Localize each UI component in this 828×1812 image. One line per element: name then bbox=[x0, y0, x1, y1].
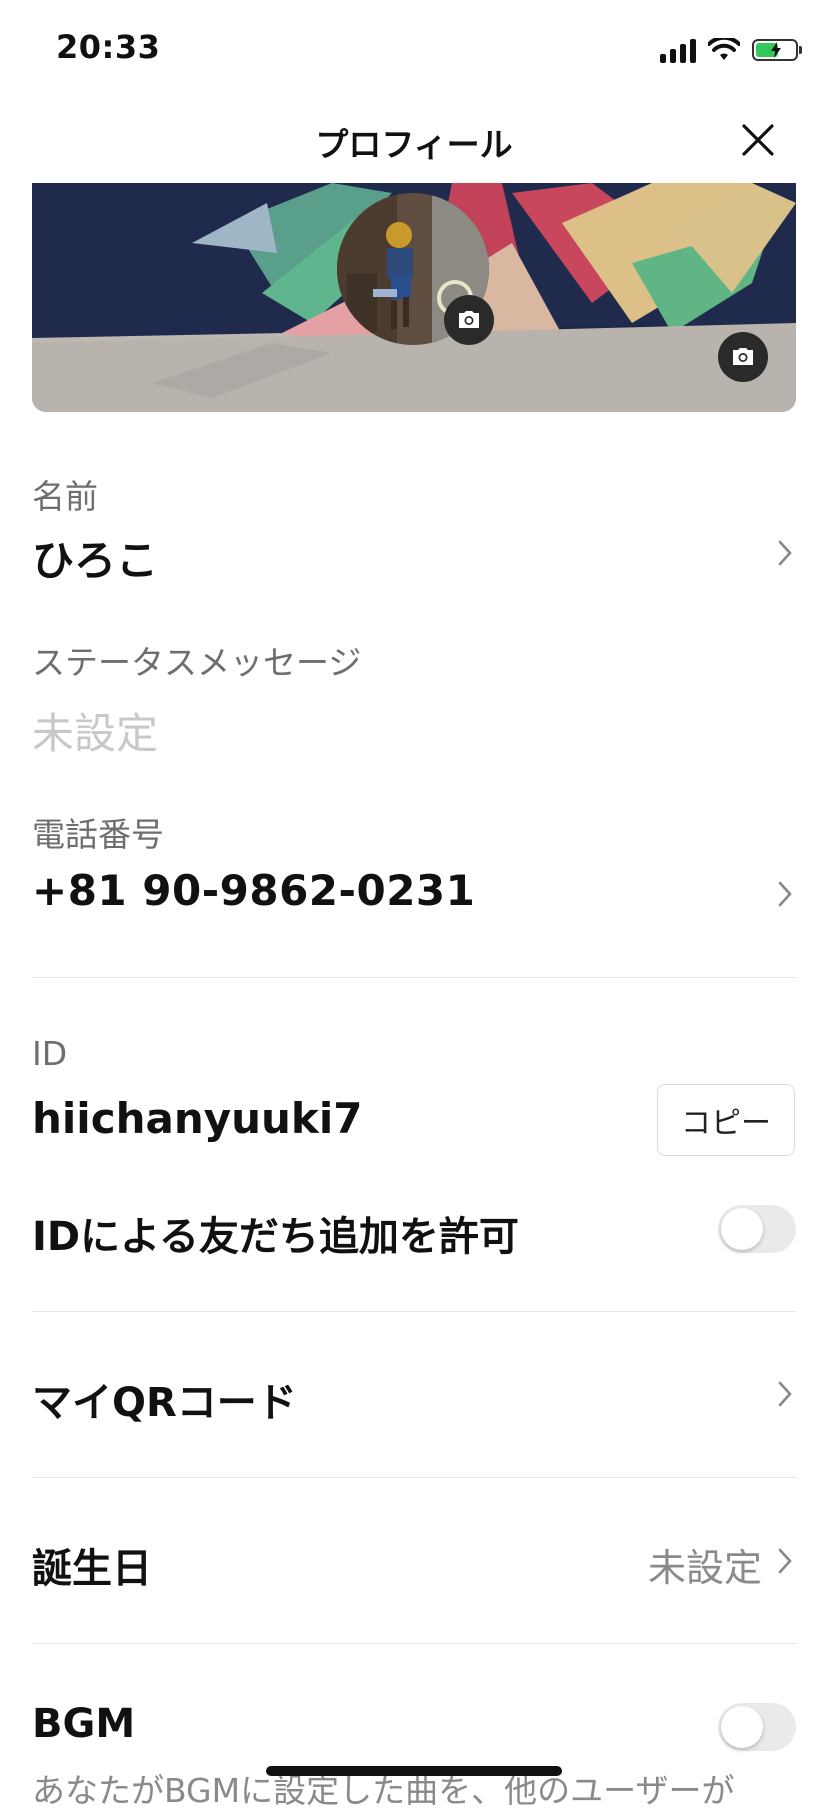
cover-camera-button[interactable] bbox=[718, 332, 768, 382]
divider bbox=[32, 977, 796, 978]
allow-id-add-toggle[interactable] bbox=[718, 1205, 796, 1253]
status-message-label: ステータスメッセージ bbox=[32, 643, 362, 682]
close-button[interactable] bbox=[738, 120, 778, 160]
chevron-right-icon[interactable] bbox=[776, 538, 794, 568]
home-indicator bbox=[266, 1766, 562, 1776]
chevron-right-icon[interactable] bbox=[776, 1379, 794, 1409]
camera-icon bbox=[459, 311, 479, 328]
status-message-value[interactable]: 未設定 bbox=[32, 700, 158, 761]
status-bar: 20:33 bbox=[0, 0, 828, 100]
name-value[interactable]: ひろこ bbox=[32, 527, 158, 588]
phone-label: 電話番号 bbox=[32, 815, 164, 854]
divider bbox=[32, 1477, 796, 1478]
battery-icon bbox=[752, 39, 802, 61]
page-title: プロフィール bbox=[315, 125, 513, 164]
status-time: 20:33 bbox=[56, 28, 161, 66]
camera-icon bbox=[733, 348, 753, 365]
chevron-right-icon[interactable] bbox=[776, 1546, 794, 1576]
id-label: ID bbox=[32, 1034, 68, 1073]
id-value: hiichanyuuki7 bbox=[32, 1094, 363, 1143]
bgm-toggle[interactable] bbox=[718, 1703, 796, 1751]
divider bbox=[32, 1643, 796, 1644]
copy-button[interactable]: コピー bbox=[657, 1084, 795, 1156]
my-qr-code-row[interactable]: マイQRコード bbox=[32, 1370, 297, 1428]
allow-id-add-label: IDによる友だち追加を許可 bbox=[32, 1214, 519, 1260]
phone-value[interactable]: +81 90-9862-0231 bbox=[32, 866, 475, 915]
birthday-value[interactable]: 未設定 bbox=[648, 1537, 762, 1592]
name-label: 名前 bbox=[32, 477, 98, 516]
cellular-signal-icon bbox=[660, 37, 696, 63]
divider bbox=[32, 1311, 796, 1312]
toggle-knob bbox=[721, 1706, 763, 1748]
bgm-label: BGM bbox=[32, 1701, 136, 1747]
chevron-right-icon[interactable] bbox=[776, 879, 794, 909]
status-icons bbox=[660, 32, 802, 68]
avatar-camera-button[interactable] bbox=[444, 295, 494, 345]
wifi-icon bbox=[708, 38, 740, 60]
toggle-knob bbox=[721, 1208, 763, 1250]
close-icon bbox=[742, 124, 774, 156]
birthday-label[interactable]: 誕生日 bbox=[32, 1536, 152, 1594]
